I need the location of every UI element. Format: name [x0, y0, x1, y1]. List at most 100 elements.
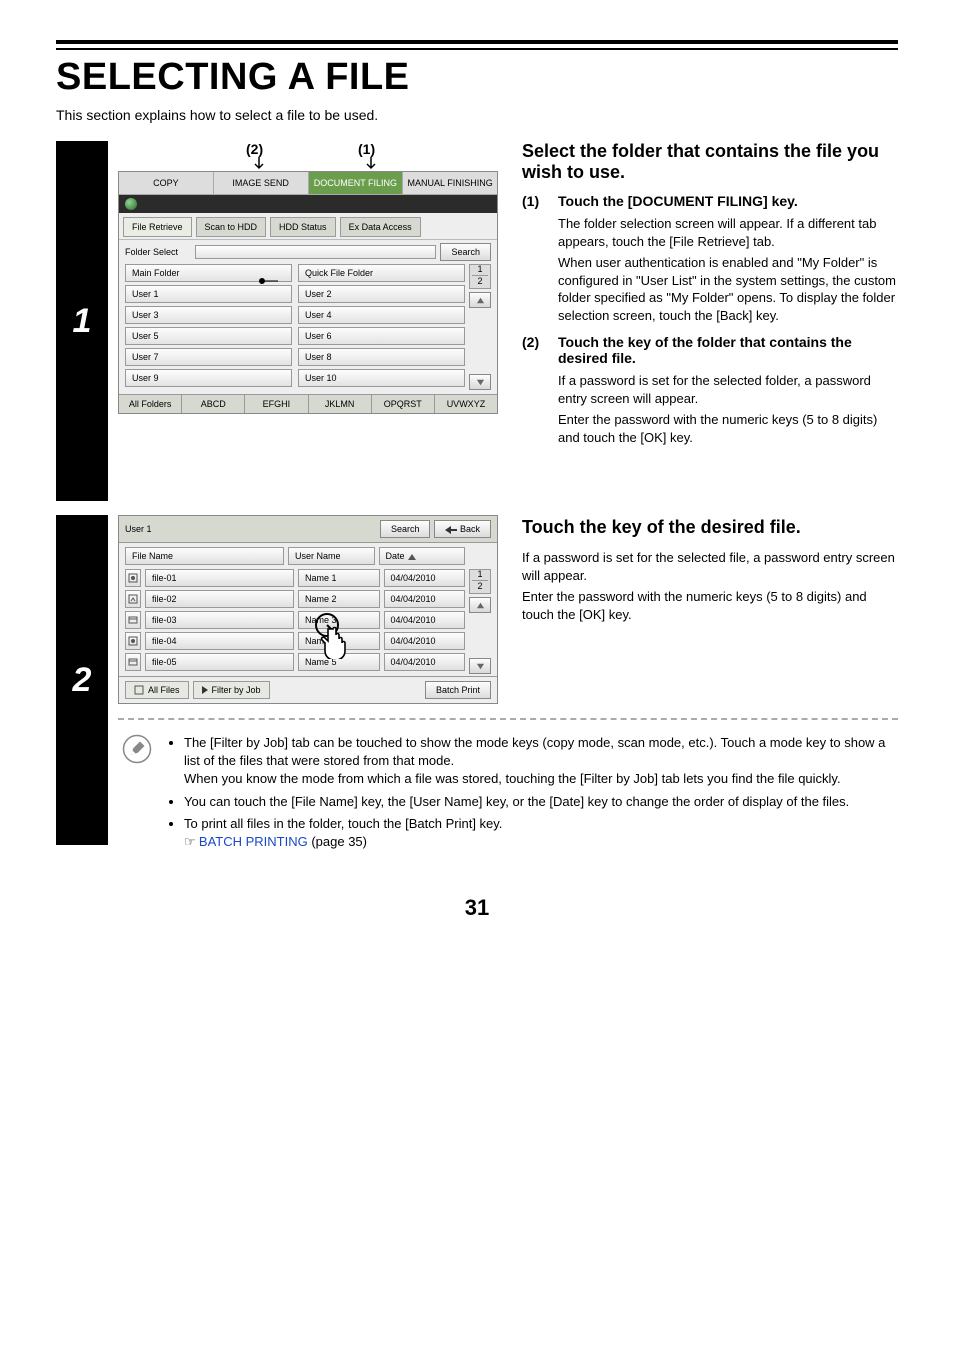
date-cell: 04/04/2010: [384, 611, 466, 629]
page-indicator: 12: [469, 264, 491, 289]
folder-button[interactable]: User 10: [298, 369, 465, 387]
tab-document-filing[interactable]: DOCUMENT FILING: [309, 172, 404, 195]
search-button[interactable]: Search: [440, 243, 491, 261]
panel-toolbar: [119, 195, 497, 213]
col-date[interactable]: Date: [379, 547, 466, 565]
file-row[interactable]: file-03Name 304/04/2010: [125, 611, 465, 629]
tab-image-send[interactable]: IMAGE SEND: [214, 172, 309, 195]
file-name-cell: file-02: [145, 590, 294, 608]
back-button[interactable]: Back: [434, 520, 491, 538]
note-item: To print all files in the folder, touch …: [184, 815, 894, 851]
col-user-name[interactable]: User Name: [288, 547, 375, 565]
subtab-hdd-status[interactable]: HDD Status: [270, 217, 336, 237]
file-row[interactable]: file-05Name 504/04/2010: [125, 653, 465, 671]
date-cell: 04/04/2010: [384, 653, 466, 671]
page-intro: This section explains how to select a fi…: [56, 107, 898, 123]
step-number-box: 1: [56, 141, 108, 501]
step-heading: Select the folder that contains the file…: [522, 141, 898, 183]
scroll-up-button[interactable]: [469, 292, 491, 308]
alpha-tab[interactable]: ABCD: [182, 395, 245, 413]
file-list-panel: User 1 Search Back File Name User Name D…: [118, 515, 498, 704]
file-name-cell: file-04: [145, 632, 294, 650]
substep-body: When user authentication is enabled and …: [558, 254, 898, 324]
user-name-cell: Name 4: [298, 632, 380, 650]
file-row[interactable]: file-01Name 104/04/2010: [125, 569, 465, 587]
file-type-icon: [125, 590, 141, 608]
folder-button[interactable]: User 6: [298, 327, 465, 345]
arrow-up-icon: [476, 601, 485, 610]
label-folder-select: Folder Select: [125, 247, 195, 257]
callout-1: (1): [358, 141, 375, 157]
alpha-tab[interactable]: OPQRST: [372, 395, 435, 413]
arrow-down-icon: [476, 378, 485, 387]
batch-print-button[interactable]: Batch Print: [425, 681, 491, 699]
date-cell: 04/04/2010: [384, 632, 466, 650]
folder-button[interactable]: User 4: [298, 306, 465, 324]
file-name-cell: file-03: [145, 611, 294, 629]
alpha-tab[interactable]: UVWXYZ: [435, 395, 497, 413]
alpha-tab[interactable]: All Folders: [119, 395, 182, 413]
file-type-icon: [125, 569, 141, 587]
substep-body: Enter the password with the numeric keys…: [558, 411, 898, 446]
substep-number: (1): [522, 193, 548, 209]
folder-button[interactable]: User 7: [125, 348, 292, 366]
folder-button[interactable]: User 9: [125, 369, 292, 387]
pointer-icon: ☞: [184, 834, 199, 849]
scroll-down-button[interactable]: [469, 658, 491, 674]
tab-all-files[interactable]: All Files: [125, 681, 189, 699]
user-name-cell: Name 1: [298, 569, 380, 587]
arrow-left-icon: [445, 526, 457, 534]
note-item: You can touch the [File Name] key, the […: [184, 793, 894, 811]
substep-number: (2): [522, 334, 548, 366]
folder-title: User 1: [125, 524, 376, 534]
files-icon: [134, 685, 144, 695]
col-file-name[interactable]: File Name: [125, 547, 284, 565]
tab-copy[interactable]: COPY: [119, 172, 214, 195]
step-number-box: 2: [56, 515, 108, 845]
arrow-down-icon: [476, 662, 485, 671]
page-title: SELECTING A FILE: [56, 56, 898, 99]
scroll-up-button[interactable]: [469, 597, 491, 613]
search-button[interactable]: Search: [380, 520, 431, 538]
subtab-file-retrieve[interactable]: File Retrieve: [123, 217, 192, 237]
subtab-scan-hdd[interactable]: Scan to HDD: [196, 217, 267, 237]
arrow-up-icon: [476, 296, 485, 305]
date-cell: 04/04/2010: [384, 569, 466, 587]
folder-button[interactable]: User 2: [298, 285, 465, 303]
step-number: 2: [73, 661, 92, 700]
substep-body: If a password is set for the selected fo…: [558, 372, 898, 407]
globe-icon[interactable]: [125, 198, 137, 210]
file-name-cell: file-01: [145, 569, 294, 587]
tab-manual-finishing[interactable]: MANUAL FINISHING: [403, 172, 497, 195]
substep-title: Touch the [DOCUMENT FILING] key.: [558, 193, 798, 209]
folder-button[interactable]: User 3: [125, 306, 292, 324]
file-row[interactable]: file-04Name 404/04/2010: [125, 632, 465, 650]
scroll-down-button[interactable]: [469, 374, 491, 390]
user-name-cell: Name 2: [298, 590, 380, 608]
file-row[interactable]: file-02Name 204/04/2010: [125, 590, 465, 608]
user-name-cell: Name 5: [298, 653, 380, 671]
date-cell: 04/04/2010: [384, 590, 466, 608]
search-bar[interactable]: [195, 245, 436, 259]
batch-printing-link[interactable]: BATCH PRINTING: [199, 834, 308, 849]
touch-panel: COPY IMAGE SEND DOCUMENT FILING MANUAL F…: [118, 171, 498, 414]
dashed-separator: [118, 718, 898, 720]
step-body: Enter the password with the numeric keys…: [522, 588, 898, 623]
page-number: 31: [56, 895, 898, 921]
play-icon: [202, 686, 208, 694]
callout-pointer: [258, 277, 278, 285]
substep-title: Touch the key of the folder that contain…: [558, 334, 898, 366]
subtab-ex-data[interactable]: Ex Data Access: [340, 217, 421, 237]
tab-filter-by-job[interactable]: Filter by Job: [193, 681, 270, 699]
alpha-tab[interactable]: JKLMN: [309, 395, 372, 413]
sort-asc-icon: [408, 554, 416, 560]
callout-arrow-down: [366, 157, 376, 171]
heading-rule: [56, 40, 898, 50]
folder-button[interactable]: User 8: [298, 348, 465, 366]
callout-arrow-down: [254, 157, 264, 171]
quick-file-folder-button[interactable]: Quick File Folder: [298, 264, 465, 282]
folder-button[interactable]: User 1: [125, 285, 292, 303]
folder-button[interactable]: User 5: [125, 327, 292, 345]
callout-2: (2): [246, 141, 263, 157]
alpha-tab[interactable]: EFGHI: [245, 395, 308, 413]
